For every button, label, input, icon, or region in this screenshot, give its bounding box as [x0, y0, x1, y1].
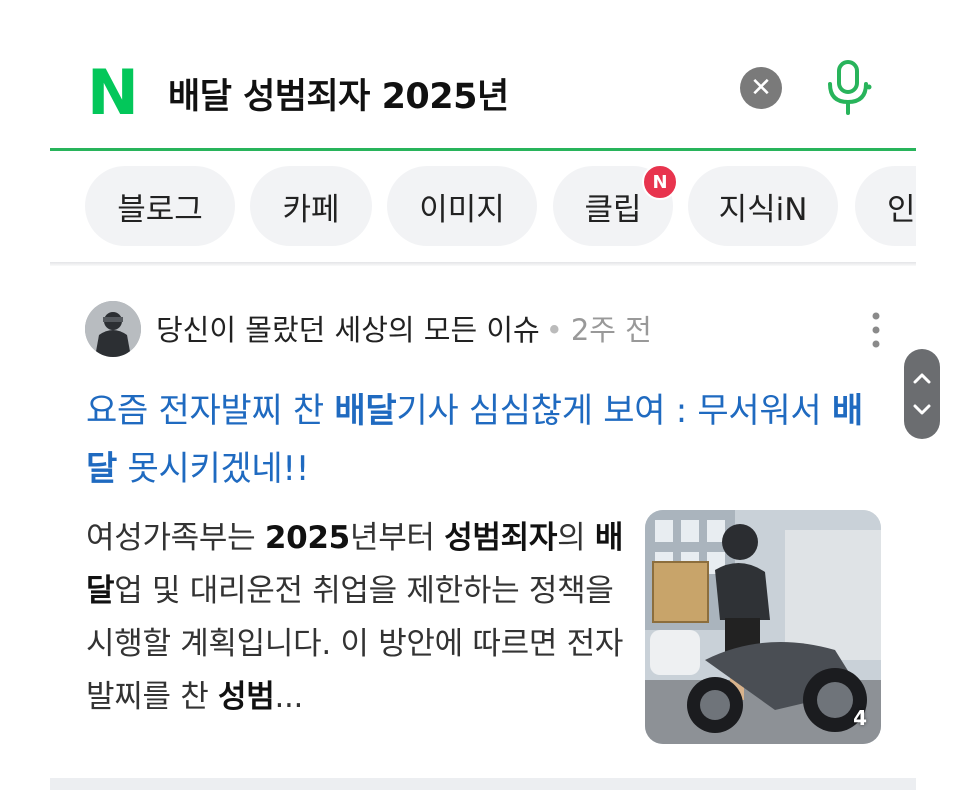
snippet-text: 년부터: [349, 520, 445, 556]
microphone-icon: [828, 60, 872, 115]
result-thumbnail[interactable]: 4: [645, 510, 881, 744]
search-input[interactable]: 배달 성범죄자 2025년: [168, 68, 509, 119]
profile-image: [85, 301, 141, 357]
section-divider: [50, 778, 916, 790]
title-text: 기사 심심찮게 보여 : 무서워서: [396, 391, 832, 431]
voice-search-button[interactable]: [822, 58, 874, 118]
search-bar: N 배달 성범죄자 2025년 ✕: [50, 50, 916, 150]
snippet-text: 의: [557, 520, 595, 556]
tab-kin[interactable]: 지식iN: [688, 166, 838, 246]
tabs-divider: [50, 262, 916, 266]
tab-label: 카페: [282, 191, 340, 228]
clear-search-button[interactable]: ✕: [740, 67, 782, 109]
search-divider: [50, 148, 916, 151]
search-tabs: 블로그 카페 이미지 클립 N 지식iN 인: [50, 166, 916, 248]
chevron-up-down-icon: [913, 373, 931, 415]
tab-label: 인: [887, 191, 916, 228]
tab-label: 지식iN: [718, 191, 808, 228]
snippet-highlight: 2025: [264, 520, 350, 556]
tab-label: 이미지: [419, 191, 505, 228]
result-snippet[interactable]: 여성가족부는 2025년부터 성범죄자의 배달업 및 대리운전 취업을 제한하는…: [86, 512, 626, 724]
tab-label: 클립: [584, 191, 642, 228]
title-text: 요즘 전자발찌 찬: [86, 391, 335, 431]
source-line[interactable]: 당신이 몰랐던 세상의 모든 이슈 • 2주 전: [156, 307, 652, 349]
separator-dot: •: [545, 313, 563, 347]
image-count: 4: [853, 706, 867, 730]
more-options-button[interactable]: [864, 308, 888, 352]
title-highlight: 배달: [334, 391, 397, 431]
tab-label: 블로그: [117, 191, 203, 228]
snippet-highlight: 성범: [218, 679, 275, 715]
naver-logo[interactable]: N: [84, 62, 142, 124]
tab-influencer[interactable]: 인: [855, 166, 916, 246]
source-name: 당신이 몰랐던 세상의 모든 이슈: [156, 313, 540, 347]
tab-image[interactable]: 이미지: [387, 166, 537, 246]
tab-cafe[interactable]: 카페: [250, 166, 372, 246]
result-title-link[interactable]: 요즘 전자발찌 찬 배달기사 심심찮게 보여 : 무서워서 배달 못시키겠네!!: [86, 382, 876, 498]
snippet-text: ...: [274, 679, 304, 715]
title-text: 못시키겠네!!: [116, 449, 310, 489]
tab-blog[interactable]: 블로그: [85, 166, 235, 246]
snippet-text: 여성가족부는: [86, 520, 265, 556]
scroll-nav-control[interactable]: [904, 349, 940, 439]
post-time: 2주 전: [570, 313, 652, 347]
snippet-text: 업 및 대리운전 취업을 제한하는 정책을 시행할 계획입니다. 이 방안에 따…: [86, 573, 624, 715]
close-icon: ✕: [750, 73, 772, 103]
snippet-highlight: 성범죄자: [444, 520, 558, 556]
more-vertical-icon: [872, 312, 880, 348]
delivery-rider-image: [645, 510, 881, 744]
avatar[interactable]: [85, 301, 141, 357]
new-badge: N: [642, 166, 678, 200]
